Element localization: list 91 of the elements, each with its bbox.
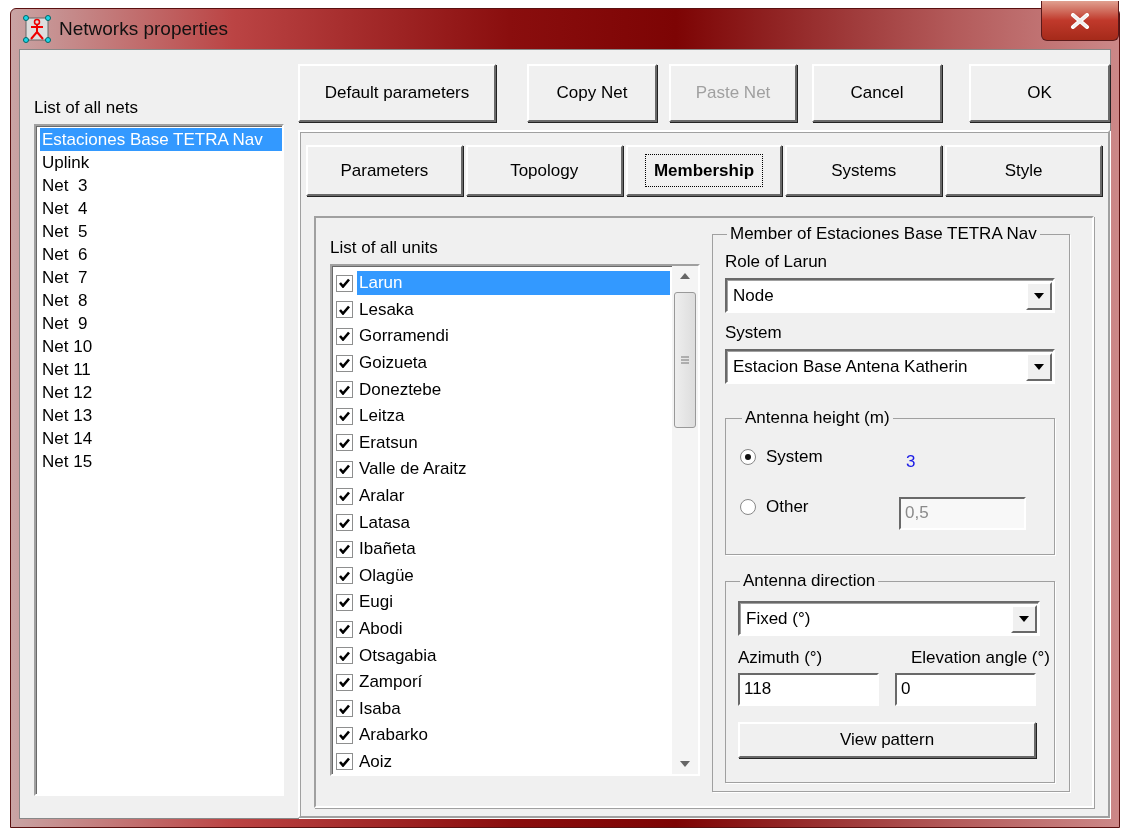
unit-name[interactable]: Valle de Araitz <box>357 457 670 482</box>
checkbox[interactable] <box>336 726 353 744</box>
unit-list[interactable]: Larun Lesaka Gorramendi Goizueta Doneztebe Leitza Eratsun Valle de Araitz Aralar Latasa Ibañeta Olagüe Eugi Abodi Otsagabia Zamporí Isaba Arabarko Aoiz <box>330 264 700 776</box>
checkbox[interactable] <box>336 328 353 345</box>
scroll-down-icon <box>680 761 690 767</box>
net-list-item[interactable]: Net 12 <box>40 381 282 404</box>
net-list[interactable]: Estaciones Base TETRA Nav Uplink Net 3 Net 4 Net 5 Net 6 Net 7 Net 8 Net 9 Net 10 Net 11 Net 12 Net 13 Net 14 Net 15 <box>34 124 284 796</box>
group-title: Antenna height (m) <box>742 408 893 428</box>
dialog-button[interactable]: Copy Net <box>527 64 657 122</box>
checkbox[interactable] <box>336 593 353 611</box>
checkbox[interactable] <box>336 700 353 718</box>
unit-name[interactable]: Lesaka <box>357 297 670 322</box>
net-list-item[interactable]: Net 9 <box>40 312 282 335</box>
field-label: Role of Larun <box>725 252 829 272</box>
unit-name[interactable]: Aoiz <box>357 750 670 774</box>
dropdown-arrow-icon <box>1033 291 1045 300</box>
net-list-item[interactable]: Net 4 <box>40 197 282 220</box>
azimuth-input[interactable]: 118 <box>738 673 879 706</box>
checkbox[interactable] <box>336 301 353 319</box>
net-list-item[interactable]: Net 14 <box>40 427 282 450</box>
close-button[interactable] <box>1041 1 1119 41</box>
radio-label[interactable]: Other <box>766 494 896 520</box>
system-dropdown[interactable]: Estacion Base Antena Katherin <box>725 349 1055 384</box>
unit-name[interactable]: Gorramendi <box>357 324 670 349</box>
dialog-button[interactable]: OK <box>969 64 1110 122</box>
checkbox[interactable] <box>336 487 353 505</box>
unit-name[interactable]: Isaba <box>357 696 670 721</box>
unit-name[interactable]: Goizueta <box>357 351 670 376</box>
checkbox[interactable] <box>336 460 353 478</box>
checkbox[interactable] <box>336 540 353 558</box>
field-label: System <box>725 323 783 343</box>
network-app-icon <box>23 15 51 43</box>
unit-name[interactable]: Abodi <box>357 617 670 641</box>
tab[interactable]: Topology <box>465 145 623 196</box>
unit-name[interactable]: Arabarko <box>357 723 670 748</box>
dialog-button[interactable]: Cancel <box>812 64 942 122</box>
checkbox[interactable] <box>336 620 353 638</box>
unit-name[interactable]: Zamporí <box>357 670 670 695</box>
checkbox[interactable] <box>336 434 353 452</box>
unit-name[interactable]: Doneztebe <box>357 377 670 402</box>
checkbox[interactable] <box>336 647 353 665</box>
radio-button[interactable] <box>740 499 756 515</box>
view-pattern-button[interactable]: View pattern <box>738 722 1036 758</box>
list-label: List of all nets <box>34 98 139 118</box>
tab[interactable]: Parameters <box>306 145 463 196</box>
unit-name[interactable]: Eugi <box>357 590 670 615</box>
dialog-button[interactable]: Default parameters <box>298 64 496 122</box>
net-list-item[interactable]: Net 7 <box>40 266 282 289</box>
role-dropdown[interactable]: Node <box>725 278 1055 313</box>
checkbox[interactable] <box>336 673 353 691</box>
net-list-item[interactable]: Net 13 <box>40 404 282 427</box>
checkbox[interactable] <box>336 514 353 532</box>
list-label: List of all units <box>330 238 439 258</box>
scrollbar[interactable] <box>672 266 698 774</box>
tab[interactable]: Systems <box>785 145 943 196</box>
checkbox[interactable] <box>336 407 353 425</box>
window-title: Networks properties <box>59 16 228 41</box>
net-list-item[interactable]: Net 15 <box>40 450 282 473</box>
net-list-item[interactable]: Net 5 <box>40 220 282 243</box>
unit-name[interactable]: Ibañeta <box>357 537 670 562</box>
close-icon <box>1070 12 1090 29</box>
height-value: 3 <box>906 451 916 474</box>
checkbox[interactable] <box>336 274 353 292</box>
unit-name[interactable]: Leitza <box>357 404 670 429</box>
checkbox[interactable] <box>336 381 353 399</box>
unit-name[interactable]: Otsagabia <box>357 643 670 668</box>
checkbox[interactable] <box>336 354 353 372</box>
scroll-up-icon <box>680 273 690 279</box>
unit-name[interactable]: Latasa <box>357 510 670 535</box>
direction-dropdown[interactable]: Fixed (°) <box>738 601 1040 636</box>
net-list-item[interactable]: Net 6 <box>40 243 282 266</box>
dropdown-arrow-icon <box>1033 362 1045 371</box>
scroll-thumb[interactable] <box>674 292 696 428</box>
elevation-input[interactable]: 0 <box>895 673 1036 706</box>
dropdown-arrow-icon <box>1018 614 1030 623</box>
tab[interactable]: Membership <box>625 145 783 196</box>
net-list-item[interactable]: Net 11 <box>40 358 282 381</box>
net-list-item[interactable]: Net 10 <box>40 335 282 358</box>
net-list-item[interactable]: Net 8 <box>40 289 282 312</box>
field-label: Elevation angle (°) <box>910 648 1050 668</box>
unit-name[interactable]: Eratsun <box>357 430 670 455</box>
radio-label[interactable]: System <box>766 444 896 470</box>
checkbox[interactable] <box>336 567 353 585</box>
unit-name[interactable]: Olagüe <box>357 563 670 588</box>
net-list-item[interactable]: Uplink <box>40 151 282 174</box>
radio-button[interactable] <box>740 449 756 465</box>
unit-name[interactable]: Aralar <box>357 484 670 509</box>
tab[interactable]: Style <box>945 145 1102 196</box>
net-list-item[interactable]: Net 3 <box>40 174 282 197</box>
field-label: Azimuth (°) <box>738 648 823 668</box>
checkbox[interactable] <box>336 753 353 771</box>
